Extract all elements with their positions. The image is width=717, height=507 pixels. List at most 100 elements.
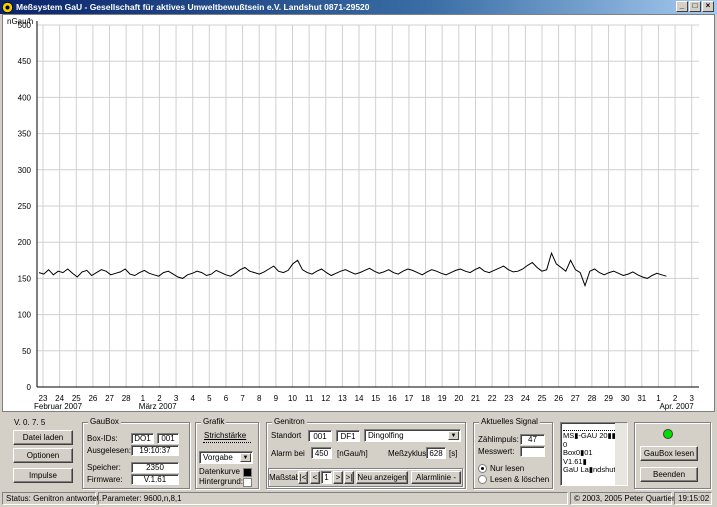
x-tick-label: 15 <box>371 394 380 403</box>
messwert-field <box>520 446 545 457</box>
x-tick-label: 30 <box>621 394 630 403</box>
vorgabe-value: Vorgabe <box>203 453 233 462</box>
alarm-unit: [nGau/h] <box>337 449 368 458</box>
speicher-field: 2350 <box>131 462 179 473</box>
chevron-down-icon: ▼ <box>448 431 459 440</box>
minimize-button[interactable]: _ <box>676 1 688 12</box>
curve-color-swatch[interactable] <box>243 468 252 477</box>
x-tick-label: 20 <box>454 394 463 403</box>
x-tick-label: 19 <box>438 394 447 403</box>
vorgabe-dropdown[interactable]: Vorgabe ▼ <box>199 451 253 464</box>
alarmlinie-button[interactable]: Alarmlinie - <box>411 471 461 484</box>
x-tick-label: 14 <box>355 394 364 403</box>
impulse-button[interactable]: Impulse <box>13 468 73 483</box>
gaubox-lesen-button[interactable]: GauBox lesen <box>640 446 698 461</box>
strichstaerke-label[interactable]: Strichstärke <box>204 431 246 440</box>
x-tick-label: 26 <box>88 394 97 403</box>
x-tick-label: 13 <box>338 394 347 403</box>
chart-area: 0 50 100 150 200 250 300 350 400 450 500 23 24 25 26 27… <box>2 14 715 412</box>
line-width-slider[interactable] <box>203 442 251 446</box>
x-tick-label: 24 <box>521 394 530 403</box>
y-tick-label: 150 <box>18 274 32 283</box>
x-tick-label: 5 <box>207 394 212 403</box>
x-tick-label: 8 <box>257 394 262 403</box>
window-title: Meßsystem GaU - Gesellschaft für aktives… <box>16 2 370 12</box>
y-tick-label: 0 <box>27 383 32 392</box>
copyright-text: © 2003, 2005 Peter Quartier <box>570 492 675 505</box>
y-axis-label: nGau/h <box>7 17 33 26</box>
x-tick-label: 31 <box>637 394 646 403</box>
beenden-button[interactable]: Beenden <box>640 467 698 482</box>
x-tick-label: 29 <box>604 394 613 403</box>
y-tick-label: 50 <box>22 347 31 356</box>
box-id-2-field[interactable]: 001 <box>157 433 179 444</box>
gaubox-title: GauBox <box>88 417 121 426</box>
chevron-down-icon: ▼ <box>240 453 251 462</box>
x-tick-label: 12 <box>321 394 330 403</box>
nav-prev-button[interactable]: < <box>310 471 320 484</box>
version-label: V. 0. 7. 5 <box>14 418 46 427</box>
y-tick-label: 400 <box>18 93 32 102</box>
background-color-swatch[interactable] <box>243 478 252 487</box>
standort-nr-field[interactable]: 001 <box>308 430 332 442</box>
y-tick-label: 250 <box>18 202 32 211</box>
status-text: Status: Genitron antwortet. <box>2 492 101 505</box>
alarm-field[interactable]: 450 <box>311 447 332 459</box>
y-tick-label: 300 <box>18 166 32 175</box>
nav-first-button[interactable]: |< <box>298 471 308 484</box>
main-window: Meßsystem GaU - Gesellschaft für aktives… <box>0 0 717 507</box>
close-button[interactable]: × <box>702 1 714 12</box>
y-tick-label: 100 <box>18 311 32 320</box>
status-led-icon <box>663 429 673 439</box>
x-tick-label: 27 <box>105 394 114 403</box>
x-tick-label: 10 <box>288 394 297 403</box>
x-tick-label: 28 <box>122 394 131 403</box>
ausgelesen-label: Ausgelesen: <box>87 446 132 455</box>
ausgelesen-field: 19:10:37 <box>131 445 179 456</box>
datenkurve-label: Datenkurve <box>199 467 240 476</box>
x-tick-label: 17 <box>404 394 413 403</box>
box-id-1-field[interactable]: DO1 <box>131 433 154 444</box>
dose-rate-chart: 05010015020025030035040045050023 24 25 26 27… <box>7 17 699 411</box>
month-label: Apr. 2007 <box>659 402 694 411</box>
nav-next-button[interactable]: > <box>333 471 343 484</box>
x-tick-label: 18 <box>421 394 430 403</box>
lesen-loeschen-radio[interactable] <box>478 475 487 484</box>
nav-last-button[interactable]: >| <box>344 471 354 484</box>
zaehlimpuls-field: 47 <box>520 434 545 445</box>
data-series-line <box>38 251 667 288</box>
title-bar[interactable]: Meßsystem GaU - Gesellschaft für aktives… <box>0 0 717 14</box>
alarm-label: Alarm bei <box>271 449 305 458</box>
log-scrollbar[interactable] <box>615 423 627 485</box>
messzyklus-field[interactable]: 628 <box>426 447 446 459</box>
standort-code-field[interactable]: DF1 <box>336 430 360 442</box>
radiation-icon <box>2 1 13 13</box>
massstab-field[interactable]: 1 <box>321 471 332 484</box>
x-tick-label: 25 <box>538 394 547 403</box>
optionen-button[interactable]: Optionen <box>13 448 73 463</box>
x-tick-label: 27 <box>571 394 580 403</box>
y-tick-label: 350 <box>18 130 32 139</box>
x-tick-label: 21 <box>471 394 480 403</box>
x-tick-label: 4 <box>190 394 195 403</box>
nur-lesen-radio[interactable] <box>478 464 487 473</box>
x-tick-label: 9 <box>274 394 279 403</box>
maximize-button[interactable]: □ <box>689 1 701 12</box>
standort-name: Dingolfing <box>368 431 404 440</box>
y-tick-label: 450 <box>18 57 32 66</box>
neu-anzeigen-button[interactable]: Neu anzeigen <box>356 471 408 484</box>
box-ids-label: Box-IDs: <box>87 434 118 443</box>
messzyklus-label: Meßzyklus <box>388 449 427 458</box>
clock-text: 19:15:02 <box>674 492 712 505</box>
month-label: März 2007 <box>139 402 177 411</box>
x-tick-label: 26 <box>554 394 563 403</box>
x-tick-label: 23 <box>504 394 513 403</box>
genitron-title: Genitron <box>272 417 307 426</box>
x-tick-label: 28 <box>587 394 596 403</box>
standort-dropdown[interactable]: Dingolfing ▼ <box>364 429 461 442</box>
x-tick-label: 16 <box>388 394 397 403</box>
x-tick-label: 11 <box>305 394 314 403</box>
x-tick-label: 6 <box>224 394 229 403</box>
datei-laden-button[interactable]: Datei laden <box>13 430 73 445</box>
messzyklus-unit: [s] <box>449 449 458 458</box>
